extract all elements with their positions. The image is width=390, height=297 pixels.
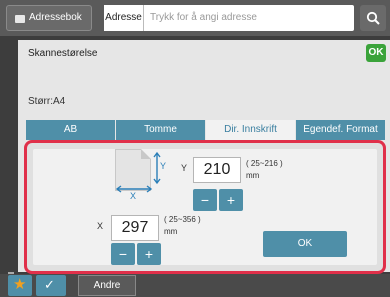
other-button[interactable]: Andre bbox=[78, 275, 136, 296]
x-unit: mm bbox=[164, 227, 178, 236]
x-label: X bbox=[97, 221, 104, 231]
panel-title: Skannestørelse bbox=[28, 48, 98, 59]
tab-ab[interactable]: AB bbox=[26, 120, 116, 140]
address-book-label: Adressebok bbox=[29, 12, 82, 23]
current-size: Størr:A4 bbox=[28, 96, 66, 107]
size-tabs: AB Tomme Dir. Innskrift Egendef. Format bbox=[26, 120, 386, 140]
tab-custom-size[interactable]: Egendef. Format bbox=[296, 120, 386, 140]
diagram-x-label: X bbox=[130, 191, 137, 201]
x-range: ( 25~356 ) bbox=[164, 215, 201, 224]
x-increase-button[interactable]: + bbox=[137, 243, 161, 265]
favorite-button[interactable]: ★ bbox=[8, 275, 32, 296]
direct-entry-dialog: Y X Y 210 ( 25~216 ) mm − + X 297 ( 25~3… bbox=[24, 140, 386, 274]
y-value-field[interactable]: 210 bbox=[193, 157, 241, 183]
y-range: ( 25~216 ) bbox=[246, 159, 283, 168]
y-decrease-button[interactable]: − bbox=[193, 189, 217, 211]
check-icon: ✓ bbox=[44, 277, 55, 292]
top-bar: Adressebok Adresse Trykk for å angi adre… bbox=[0, 0, 390, 36]
left-edge bbox=[0, 40, 18, 290]
x-value-field[interactable]: 297 bbox=[111, 215, 159, 241]
diagram-y-label: Y bbox=[160, 161, 167, 171]
star-icon: ★ bbox=[13, 276, 27, 293]
address-placeholder: Trykk for å angi adresse bbox=[150, 12, 257, 23]
address-tag: Adresse bbox=[104, 5, 144, 31]
x-decrease-button[interactable]: − bbox=[111, 243, 135, 265]
dialog-body: Y X Y 210 ( 25~216 ) mm − + X 297 ( 25~3… bbox=[33, 149, 377, 265]
y-label: Y bbox=[181, 163, 188, 173]
address-book-button[interactable]: Adressebok bbox=[6, 5, 92, 31]
address-input[interactable]: Adresse Trykk for å angi adresse bbox=[104, 5, 354, 31]
book-icon bbox=[15, 15, 25, 23]
panel-ok-button[interactable]: OK bbox=[366, 44, 386, 62]
tab-tomme[interactable]: Tomme bbox=[116, 120, 206, 140]
y-increase-button[interactable]: + bbox=[219, 189, 243, 211]
search-button[interactable] bbox=[360, 5, 386, 31]
bottom-bar: ★ ✓ Andre bbox=[0, 274, 390, 297]
search-icon bbox=[366, 11, 380, 25]
paper-fold bbox=[141, 149, 151, 159]
select-button[interactable]: ✓ bbox=[36, 275, 66, 296]
tab-direct-entry[interactable]: Dir. Innskrift bbox=[206, 120, 296, 140]
y-unit: mm bbox=[246, 171, 260, 180]
dialog-ok-button[interactable]: OK bbox=[263, 231, 347, 257]
